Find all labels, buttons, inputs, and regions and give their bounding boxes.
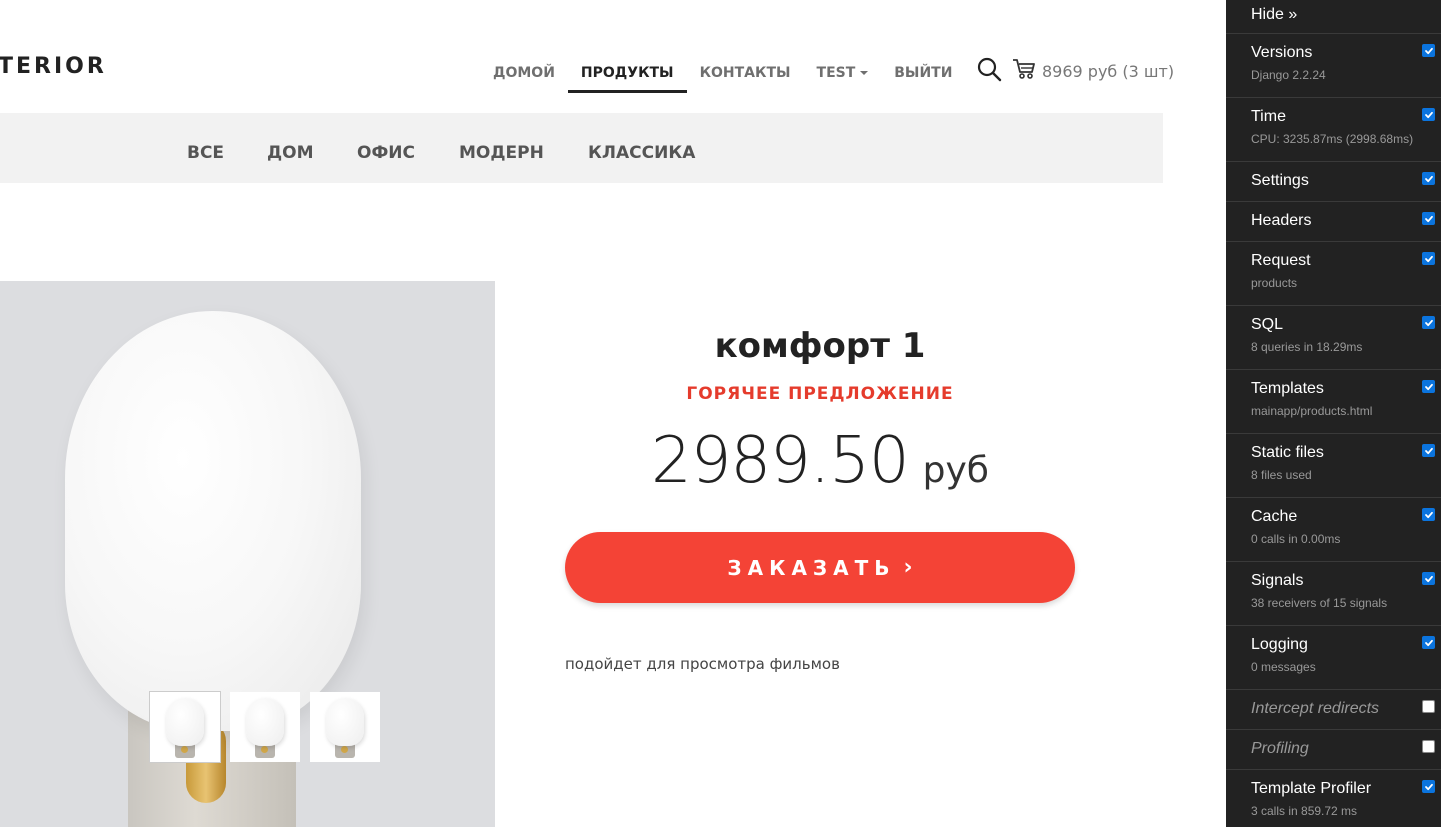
- debug-panel-checkbox[interactable]: [1422, 508, 1435, 521]
- debug-panel-title: Logging: [1251, 636, 1308, 653]
- nav-item-label: ПРОДУКТЫ: [580, 65, 674, 81]
- debug-panel-checkbox[interactable]: [1422, 740, 1435, 753]
- debug-panel-title: Request: [1251, 252, 1311, 269]
- cart-button[interactable]: 8969 руб (3 шт): [1012, 58, 1174, 84]
- debug-panel-intercept-redirects[interactable]: Intercept redirects: [1226, 690, 1441, 730]
- debug-panel-title: Template Profiler: [1251, 780, 1372, 797]
- nav-item-label: TEST: [816, 65, 856, 81]
- product-price: 2989.50 руб: [565, 424, 1075, 498]
- product-description: подойдет для просмотра фильмов: [565, 655, 840, 673]
- order-button[interactable]: ЗАКАЗАТЬ ›: [565, 532, 1075, 603]
- category-home[interactable]: ДОМ: [267, 143, 314, 163]
- debug-panel-templates[interactable]: Templates mainapp/products.html: [1226, 370, 1441, 434]
- nav-item-test-dropdown[interactable]: TEST: [804, 60, 882, 93]
- nav-item-products[interactable]: ПРОДУКТЫ: [567, 60, 687, 93]
- debug-panel-checkbox[interactable]: [1422, 172, 1435, 185]
- debug-panel-time[interactable]: Time CPU: 3235.87ms (2998.68ms): [1226, 98, 1441, 162]
- nav-item-label: КОНТАКТЫ: [699, 65, 791, 81]
- debug-panel-title: Headers: [1251, 212, 1312, 229]
- caret-down-icon: [860, 71, 869, 75]
- debug-panel-title: Settings: [1251, 172, 1309, 189]
- debug-panel-request[interactable]: Request products: [1226, 242, 1441, 306]
- debug-panel-subtitle: CPU: 3235.87ms (2998.68ms): [1251, 132, 1414, 146]
- debug-panel-profiling[interactable]: Profiling: [1226, 730, 1441, 770]
- debug-panel-subtitle: 0 calls in 0.00ms: [1251, 532, 1341, 546]
- debug-panel-template-profiler[interactable]: Template Profiler 3 calls in 859.72 ms: [1226, 770, 1441, 827]
- debug-panel-headers[interactable]: Headers: [1226, 202, 1441, 242]
- debug-panel-subtitle: 8 files used: [1251, 468, 1312, 482]
- debug-panel-static-files[interactable]: Static files 8 files used: [1226, 434, 1441, 498]
- debug-panel-title: Templates: [1251, 380, 1324, 397]
- nav-item-label: ВЫЙТИ: [894, 65, 953, 81]
- debug-panel-title: Intercept redirects: [1251, 700, 1380, 717]
- search-icon[interactable]: [976, 56, 1002, 82]
- debug-panel-logging[interactable]: Logging 0 messages: [1226, 626, 1441, 690]
- nav-item-label: ДОМОЙ: [493, 65, 555, 81]
- nav-item-home[interactable]: ДОМОЙ: [480, 60, 568, 93]
- debug-panel-checkbox[interactable]: [1422, 444, 1435, 457]
- debug-panel-checkbox[interactable]: [1422, 780, 1435, 793]
- debug-panel-subtitle: 0 messages: [1251, 660, 1316, 674]
- category-office[interactable]: ОФИС: [357, 143, 415, 163]
- hide-toolbar-button[interactable]: Hide »: [1226, 0, 1441, 34]
- debug-panel-subtitle: mainapp/products.html: [1251, 404, 1373, 418]
- nav-item-logout[interactable]: ВЫЙТИ: [881, 60, 965, 93]
- product-title: комфорт 1: [714, 326, 926, 366]
- debug-panel-checkbox[interactable]: [1422, 380, 1435, 393]
- price-currency: руб: [922, 450, 989, 491]
- debug-panel-title: Cache: [1251, 508, 1298, 525]
- order-button-label: ЗАКАЗАТЬ: [727, 555, 896, 580]
- debug-panel-subtitle: products: [1251, 276, 1298, 290]
- category-bar: ВСЕ ДОМ ОФИС МОДЕРН КЛАССИКА: [0, 113, 1163, 183]
- category-modern[interactable]: МОДЕРН: [459, 143, 544, 163]
- debug-panel-title: Versions: [1251, 44, 1313, 61]
- debug-panel-subtitle: 38 receivers of 15 signals: [1251, 596, 1388, 610]
- debug-panel-subtitle: Django 2.2.24: [1251, 68, 1326, 82]
- debug-panel-subtitle: 8 queries in 18.29ms: [1251, 340, 1363, 354]
- debug-panel-title: Static files: [1251, 444, 1324, 461]
- debug-panel-checkbox[interactable]: [1422, 108, 1435, 121]
- debug-panel-signals[interactable]: Signals 38 receivers of 15 signals: [1226, 562, 1441, 626]
- debug-panel-checkbox[interactable]: [1422, 700, 1435, 713]
- debug-panel-title: Signals: [1251, 572, 1304, 589]
- debug-panel-checkbox[interactable]: [1422, 252, 1435, 265]
- debug-panel-checkbox[interactable]: [1422, 316, 1435, 329]
- category-classic[interactable]: КЛАССИКА: [588, 143, 695, 163]
- nav-item-contacts[interactable]: КОНТАКТЫ: [687, 60, 804, 93]
- debug-panel-title: Profiling: [1251, 740, 1309, 757]
- debug-panel-versions[interactable]: Versions Django 2.2.24: [1226, 34, 1441, 98]
- cart-icon: [1012, 58, 1036, 84]
- cart-summary: 8969 руб (3 шт): [1042, 61, 1175, 81]
- debug-panel-cache[interactable]: Cache 0 calls in 0.00ms: [1226, 498, 1441, 562]
- debug-panel-settings[interactable]: Settings: [1226, 162, 1441, 202]
- debug-panel-subtitle: 3 calls in 859.72 ms: [1251, 804, 1358, 818]
- lamp-globe: [65, 311, 361, 731]
- site-logo[interactable]: TERIOR: [0, 54, 107, 79]
- product-thumbnail[interactable]: [310, 692, 380, 762]
- product-thumbnail[interactable]: [230, 692, 300, 762]
- debug-panel-title: SQL: [1251, 316, 1284, 333]
- debug-panel-title: Time: [1251, 108, 1286, 125]
- chevron-right-icon: ›: [903, 555, 913, 580]
- debug-panel-sql[interactable]: SQL 8 queries in 18.29ms: [1226, 306, 1441, 370]
- hot-offer-badge: ГОРЯЧЕЕ ПРЕДЛОЖЕНИЕ: [686, 384, 954, 404]
- debug-panel-checkbox[interactable]: [1422, 44, 1435, 57]
- category-all[interactable]: ВСЕ: [187, 143, 224, 163]
- debug-panel-checkbox[interactable]: [1422, 572, 1435, 585]
- price-value: 2989.50: [650, 424, 910, 498]
- product-thumbnail[interactable]: [149, 691, 221, 763]
- debug-panel-checkbox[interactable]: [1422, 636, 1435, 649]
- main-nav: ДОМОЙ ПРОДУКТЫ КОНТАКТЫ TEST ВЫЙТИ: [480, 60, 965, 93]
- debug-panel-checkbox[interactable]: [1422, 212, 1435, 225]
- debug-toolbar: Hide » Versions Django 2.2.24 Time CPU: 323…: [1226, 0, 1441, 827]
